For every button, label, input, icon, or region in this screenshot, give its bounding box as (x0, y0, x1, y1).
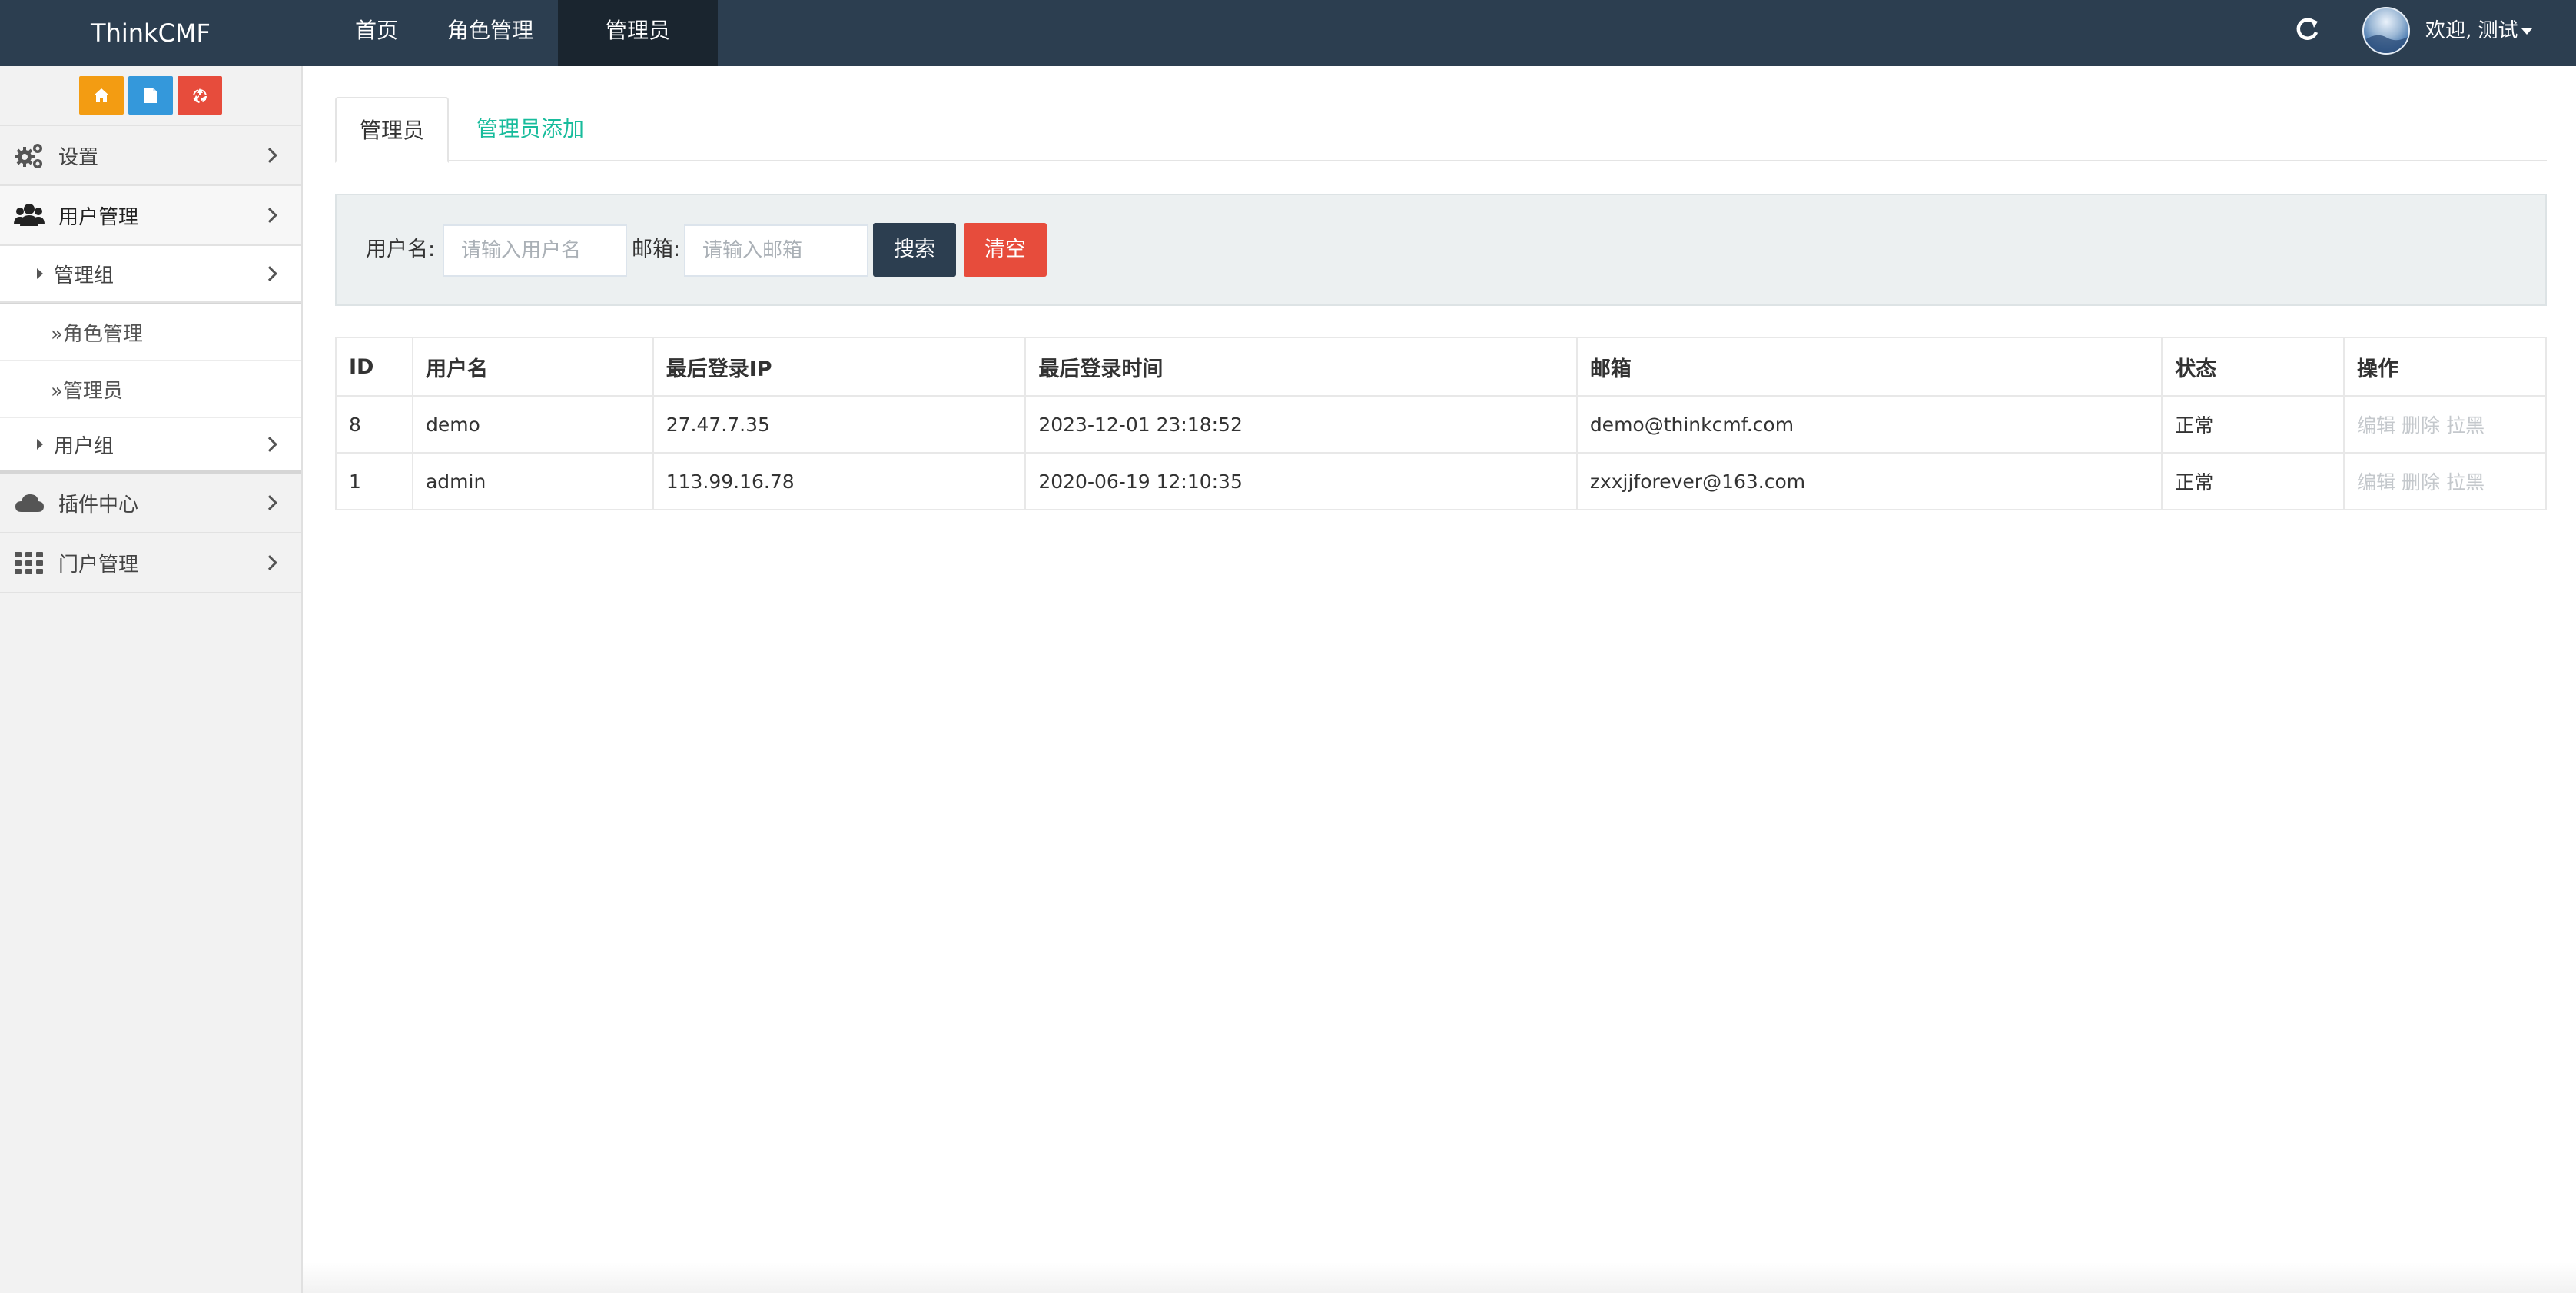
brand-logo[interactable]: ThinkCMF (0, 0, 301, 66)
delete-link[interactable]: 删除 (2402, 414, 2440, 437)
welcome-text: 欢迎, 测试 (2425, 19, 2518, 42)
tab-admin[interactable]: 管理员 (335, 97, 449, 163)
table-row: 1 admin 113.99.16.78 2020-06-19 12:10:35… (335, 452, 2547, 510)
sidebar-subitem-role-management[interactable]: »角色管理 (0, 303, 301, 360)
search-button[interactable]: 搜索 (873, 223, 956, 277)
cloud-icon (15, 494, 44, 512)
bottom-shadow (303, 1262, 2576, 1293)
main-content: 管理员 管理员添加 用户名: 邮箱: 搜索 清空 ID 用户名 最后登录IP 最… (303, 66, 2576, 1293)
search-form: 用户名: 邮箱: 搜索 清空 (335, 194, 2547, 306)
file-shortcut-button[interactable] (128, 76, 173, 115)
sidebar-subitem-label: 用户组 (54, 434, 115, 458)
sidebar-subitem-admin[interactable]: »管理员 (0, 360, 301, 417)
username-input[interactable] (443, 224, 627, 277)
cell-id: 1 (335, 452, 413, 510)
refresh-icon[interactable] (2290, 12, 2324, 46)
nav-item-admin[interactable]: 管理员 (558, 0, 719, 66)
caret-right-icon (37, 439, 43, 450)
sidebar-item-label: 设置 (58, 145, 99, 169)
avatar[interactable] (2362, 7, 2410, 55)
cogs-icon (15, 144, 42, 168)
block-link[interactable]: 拉黑 (2446, 414, 2485, 437)
block-link[interactable]: 拉黑 (2446, 471, 2485, 494)
sidebar-subitem-admin-group[interactable]: 管理组 (0, 246, 301, 303)
users-icon (14, 204, 45, 226)
username-label: 用户名: (366, 238, 436, 261)
chevron-right-icon (262, 495, 277, 510)
sidebar-item-portal-management[interactable]: 门户管理 (0, 533, 301, 593)
tab-bar: 管理员 管理员添加 (335, 97, 2547, 163)
cell-email: demo@thinkcmf.com (1575, 395, 2163, 454)
cell-last-login-time: 2023-12-01 23:18:52 (1024, 395, 1578, 454)
sidebar-item-user-management[interactable]: 用户管理 (0, 186, 301, 246)
chevron-right-icon (262, 148, 277, 163)
cell-actions: 编辑 删除 拉黑 (2343, 452, 2547, 510)
sidebar-item-label: 插件中心 (58, 493, 139, 517)
email-label: 邮箱: (632, 238, 681, 261)
edit-link[interactable]: 编辑 (2357, 414, 2395, 437)
grid-icon (15, 552, 43, 574)
top-navbar: ThinkCMF 首页 角色管理 管理员 欢迎, 测试 (0, 0, 2576, 66)
column-header-status: 状态 (2161, 337, 2345, 397)
sidebar-item-label: 用户管理 (58, 205, 139, 229)
sidebar-item-settings[interactable]: 设置 (0, 126, 301, 186)
cell-email: zxxjjforever@163.com (1575, 452, 2163, 510)
column-header-username: 用户名 (411, 337, 654, 397)
recycle-shortcut-button[interactable] (178, 76, 222, 115)
caret-down-icon (2521, 28, 2532, 35)
table-header-row: ID 用户名 最后登录IP 最后登录时间 邮箱 状态 操作 (335, 337, 2547, 397)
sidebar-shortcuts (0, 66, 301, 126)
tab-admin-add[interactable]: 管理员添加 (476, 97, 584, 161)
chevron-right-icon (262, 555, 277, 570)
sidebar: 设置 用户管理 管理组 »角色管理 »管理员 用户组 插件中心 门户管理 (0, 66, 303, 1293)
cell-status: 正常 (2161, 395, 2345, 454)
cell-actions: 编辑 删除 拉黑 (2343, 395, 2547, 454)
chevron-right-icon (262, 266, 277, 281)
cell-username: admin (411, 452, 654, 510)
table-row: 8 demo 27.47.7.35 2023-12-01 23:18:52 de… (335, 395, 2547, 454)
sidebar-subitem-label: »管理员 (51, 379, 123, 403)
chevron-right-icon (262, 208, 277, 223)
cell-id: 8 (335, 395, 413, 454)
recycle-icon (193, 88, 207, 103)
sidebar-subitem-label: »角色管理 (51, 322, 143, 346)
edit-link[interactable]: 编辑 (2357, 471, 2395, 494)
sidebar-subitem-user-group[interactable]: 用户组 (0, 417, 301, 474)
clear-button[interactable]: 清空 (964, 223, 1047, 277)
sidebar-item-plugin-center[interactable]: 插件中心 (0, 474, 301, 533)
chevron-right-icon (262, 437, 277, 452)
file-icon (144, 88, 157, 103)
cell-username: demo (411, 395, 654, 454)
cell-last-login-ip: 27.47.7.35 (652, 395, 1027, 454)
cell-last-login-ip: 113.99.16.78 (652, 452, 1027, 510)
top-nav: 首页 角色管理 管理员 (330, 0, 719, 66)
email-input[interactable] (684, 224, 868, 277)
user-menu[interactable]: 欢迎, 测试 (2425, 0, 2532, 66)
column-header-email: 邮箱 (1575, 337, 2163, 397)
nav-item-home[interactable]: 首页 (330, 0, 423, 66)
column-header-last-login-ip: 最后登录IP (652, 337, 1027, 397)
nav-item-role-management[interactable]: 角色管理 (423, 0, 558, 66)
home-icon (94, 88, 109, 102)
caret-right-icon (37, 268, 43, 279)
home-shortcut-button[interactable] (79, 76, 124, 115)
sidebar-item-label: 门户管理 (58, 553, 139, 577)
cell-status: 正常 (2161, 452, 2345, 510)
delete-link[interactable]: 删除 (2402, 471, 2440, 494)
column-header-last-login-time: 最后登录时间 (1024, 337, 1578, 397)
column-header-actions: 操作 (2343, 337, 2547, 397)
column-header-id: ID (335, 337, 413, 397)
admin-table: ID 用户名 最后登录IP 最后登录时间 邮箱 状态 操作 8 demo 27.… (335, 337, 2547, 510)
cell-last-login-time: 2020-06-19 12:10:35 (1024, 452, 1578, 510)
sidebar-subitem-label: 管理组 (54, 264, 115, 288)
